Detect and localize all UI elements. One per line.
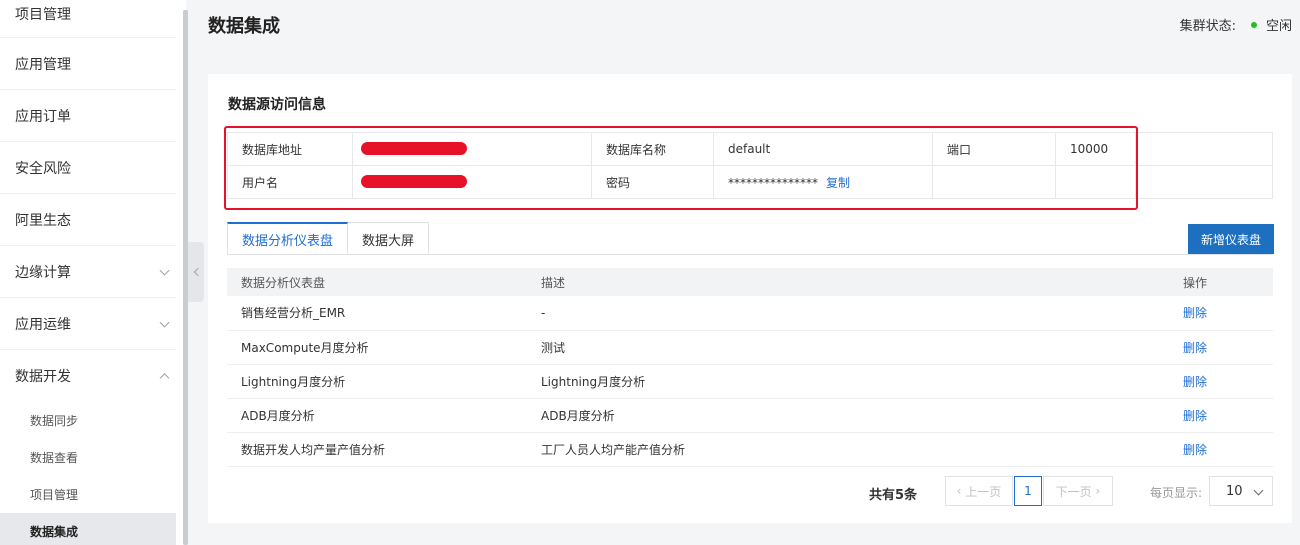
status-dot-icon — [1250, 21, 1257, 28]
sidebar-subitem-label: 数据同步 — [30, 414, 79, 428]
page-1-button[interactable]: 1 — [1014, 476, 1042, 506]
sidebar-subitem-label: 数据查看 — [30, 451, 79, 465]
sidebar-collapse-toggle[interactable] — [188, 242, 204, 302]
dashboard-desc: - — [527, 296, 1169, 331]
db-address-label: 数据库地址 — [227, 132, 353, 166]
dashboard-name: 数据开发人均产量产值分析 — [227, 432, 527, 467]
table-row: 数据开发人均产量产值分析 工厂人员人均产能产值分析 删除 — [227, 432, 1273, 467]
per-page-value: 10 — [1226, 483, 1243, 499]
per-page-select[interactable]: 10 — [1209, 476, 1273, 506]
empty-cell — [1135, 165, 1273, 199]
sidebar-item-app-ops[interactable]: 应用运维 — [0, 298, 176, 350]
main-card: 数据源访问信息 数据库地址 数据库名称 default 端口 10000 用户名… — [208, 74, 1292, 523]
empty-cell — [1055, 165, 1136, 199]
delete-link[interactable]: 删除 — [1183, 409, 1207, 423]
per-page-label: 每页显示: — [1150, 486, 1203, 500]
sidebar-item-app-management[interactable]: 应用管理 — [0, 38, 176, 90]
sidebar-subitem-project-management[interactable]: 项目管理 — [0, 476, 176, 513]
sidebar-item-project-management[interactable]: 项目管理 — [0, 0, 176, 38]
sidebar-item-label: 边缘计算 — [15, 264, 71, 281]
next-page-button[interactable]: 下一页 › — [1043, 476, 1113, 506]
db-name-value: default — [713, 132, 933, 166]
sidebar-item-label: 阿里生态 — [15, 212, 71, 229]
section-title: 数据源访问信息 — [228, 97, 326, 113]
chevron-down-icon — [159, 265, 170, 276]
sidebar: 项目管理 应用管理 应用订单 安全风险 阿里生态 边缘计算 应用运维 数据开发 … — [0, 0, 186, 545]
delete-link[interactable]: 删除 — [1183, 341, 1207, 355]
chevron-up-icon — [159, 373, 170, 384]
sidebar-item-ali-ecosystem[interactable]: 阿里生态 — [0, 194, 176, 246]
username-label: 用户名 — [227, 165, 353, 199]
tab-divider — [227, 254, 1273, 255]
page-title: 数据集成 — [208, 16, 280, 37]
cluster-status-label: 集群状态: — [1179, 19, 1236, 34]
db-name-label: 数据库名称 — [591, 132, 714, 166]
dashboard-name: 销售经营分析_EMR — [227, 296, 527, 331]
table-header-row: 数据分析仪表盘 描述 操作 — [227, 268, 1273, 296]
dashboard-desc: 测试 — [527, 330, 1169, 365]
next-page-label: 下一页 — [1055, 484, 1092, 499]
dashboard-desc: ADB月度分析 — [527, 398, 1169, 433]
prev-page-button[interactable]: ‹ 上一页 — [945, 476, 1013, 506]
sidebar-subitem-label: 数据集成 — [30, 525, 79, 539]
chevron-down-icon — [1253, 485, 1264, 496]
sidebar-item-label: 项目管理 — [15, 7, 71, 23]
total-count: 共有5条 — [869, 488, 918, 503]
table-row: Lightning月度分析 Lightning月度分析 删除 — [227, 364, 1273, 399]
cluster-status: 集群状态: 空闲 — [1180, 15, 1292, 34]
datasource-info-table: 数据库地址 数据库名称 default 端口 10000 用户名 密码 ****… — [227, 132, 1273, 199]
pagination: 共有5条 ‹ 上一页 1 下一页 › 每页显示: 10 — [208, 476, 1292, 506]
db-address-value — [352, 132, 592, 166]
column-header: 描述 — [527, 268, 1169, 296]
table-row: MaxCompute月度分析 测试 删除 — [227, 330, 1273, 365]
sidebar-subitem-data-integration[interactable]: 数据集成 — [0, 513, 176, 545]
column-header: 数据分析仪表盘 — [227, 268, 527, 296]
tab-bar: 数据分析仪表盘 数据大屏 — [227, 222, 430, 255]
empty-cell — [932, 165, 1056, 199]
sidebar-item-security-risk[interactable]: 安全风险 — [0, 142, 176, 194]
redaction-mark — [361, 175, 467, 188]
password-label: 密码 — [591, 165, 714, 199]
delete-link[interactable]: 删除 — [1183, 443, 1207, 457]
sidebar-item-label: 安全风险 — [15, 160, 71, 177]
port-value: 10000 — [1055, 132, 1136, 166]
column-header: 操作 — [1169, 268, 1273, 296]
copy-password-link[interactable]: 复制 — [826, 176, 850, 190]
password-value: *************** — [728, 175, 818, 190]
username-value — [352, 165, 592, 199]
delete-link[interactable]: 删除 — [1183, 375, 1207, 389]
prev-page-label: 上一页 — [965, 484, 1002, 499]
sidebar-item-label: 应用订单 — [15, 108, 71, 125]
port-label: 端口 — [932, 132, 1056, 166]
add-dashboard-button[interactable]: 新增仪表盘 — [1188, 224, 1274, 254]
sidebar-subitem-data-sync[interactable]: 数据同步 — [0, 402, 176, 439]
tab-analysis-dashboard[interactable]: 数据分析仪表盘 — [227, 222, 349, 255]
dashboard-name: MaxCompute月度分析 — [227, 330, 527, 365]
tab-data-screen[interactable]: 数据大屏 — [348, 222, 430, 255]
chevron-down-icon — [159, 317, 170, 328]
dashboard-desc: 工厂人员人均产能产值分析 — [527, 432, 1169, 467]
dashboard-desc: Lightning月度分析 — [527, 364, 1169, 399]
cluster-status-value: 空闲 — [1265, 19, 1292, 34]
chevron-left-icon — [193, 267, 202, 277]
sidebar-item-label: 应用管理 — [15, 56, 71, 73]
dashboard-name: Lightning月度分析 — [227, 364, 527, 399]
redaction-mark — [361, 142, 467, 155]
sidebar-subitem-data-view[interactable]: 数据查看 — [0, 439, 176, 476]
sidebar-item-label: 应用运维 — [15, 316, 71, 333]
password-cell: *************** 复制 — [713, 165, 933, 199]
table-row: 销售经营分析_EMR - 删除 — [227, 296, 1273, 331]
dashboard-name: ADB月度分析 — [227, 398, 527, 433]
delete-link[interactable]: 删除 — [1183, 306, 1207, 320]
table-row: ADB月度分析 ADB月度分析 删除 — [227, 398, 1273, 433]
sidebar-item-edge-computing[interactable]: 边缘计算 — [0, 246, 176, 298]
sidebar-item-app-orders[interactable]: 应用订单 — [0, 90, 176, 142]
dashboard-table: 数据分析仪表盘 描述 操作 销售经营分析_EMR - 删除 MaxCompute… — [227, 268, 1273, 467]
sidebar-item-label: 数据开发 — [15, 369, 71, 385]
sidebar-subitem-label: 项目管理 — [30, 488, 79, 502]
sidebar-item-data-dev[interactable]: 数据开发 — [0, 350, 176, 402]
empty-cell — [1135, 132, 1273, 166]
